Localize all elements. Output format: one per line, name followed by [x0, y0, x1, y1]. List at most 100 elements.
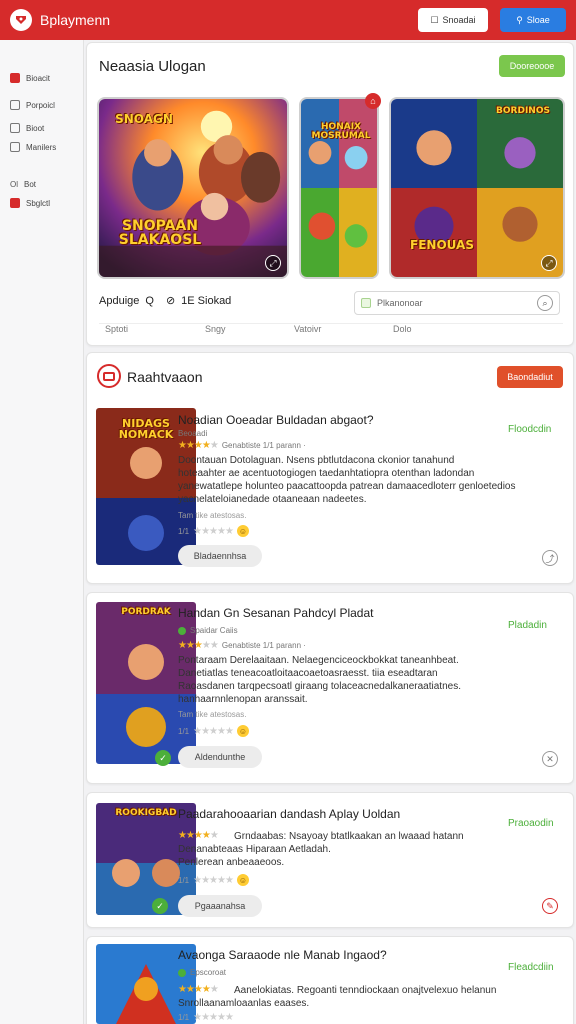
verified-icon: ✓ — [155, 750, 171, 766]
smile-icon: ☺ — [236, 725, 249, 737]
game-title[interactable]: Handan Gn Sesanan Pahdcyl Pladat — [178, 606, 373, 620]
game-title[interactable]: Avaonga Saraaode nle Manab Ingaod? — [178, 948, 387, 962]
rating-stars: ★★★★★ — [178, 440, 219, 451]
user-icon: ⚲ — [516, 14, 523, 25]
game-action-button[interactable]: Aldendunthe — [178, 746, 262, 768]
checkbox-icon[interactable] — [361, 298, 371, 308]
desc-line: Penlerean anbeaaeoos. — [178, 857, 285, 868]
featured-row-right: 1E Siokad — [181, 294, 232, 307]
tab-4[interactable]: Dolo — [393, 324, 412, 334]
game-status: Praoaodin — [508, 818, 554, 829]
link-icon[interactable]: ⊘ — [166, 294, 175, 307]
game-description: Doontauan Dotolaguan. Nsens pbtlutdacona… — [178, 454, 528, 506]
settings-icon — [10, 198, 20, 208]
game-tag: Spaidar Caiis — [178, 626, 238, 635]
featured-game-grid[interactable]: BORDINOS FENOUAS ⤢ — [389, 97, 565, 279]
desc-line: Pontaraam Derelaaitaan. Nelaegenciceockb… — [178, 655, 459, 666]
close-icon[interactable]: ✕ — [542, 751, 558, 767]
chat-icon: ☐ — [430, 14, 439, 25]
game-small-note: Tam tike atestosas. — [178, 710, 247, 719]
tab-3[interactable]: Vatoivr — [294, 324, 321, 334]
game-action-button[interactable]: Pgaaanahsa — [178, 895, 262, 917]
rating-stars: ★★★★★ — [178, 984, 219, 995]
search-input[interactable]: Plkanonoar ⌕ — [354, 291, 560, 315]
sidebar: Bioacit Porpoicl Bioot Manilers Ol Bot S… — [0, 40, 84, 1024]
verified-icon: ✓ — [152, 898, 168, 914]
game-meta-text: Genabtiste 1/1 parann · — [221, 441, 306, 450]
rating-count: 1/1 — [178, 1013, 190, 1022]
featured-row-label: Apduige — [99, 294, 140, 307]
home-icon — [10, 73, 20, 83]
search-placeholder: Plkanonoar — [377, 298, 423, 308]
game-tag-label: Spaidar Caiis — [190, 626, 238, 635]
sidebar-item-lists[interactable]: Manilers — [10, 142, 56, 152]
app-header: Bplaymenn ☐ Snoadai ⚲ Sloae — [0, 0, 576, 40]
sidebar-item-settings[interactable]: Sbglctl — [10, 198, 50, 208]
sidebar-item-label: Bioot — [26, 123, 45, 133]
game-user-rating: 1/1 ★★★★★ ☺ — [178, 525, 249, 537]
sidebar-item-home[interactable]: Bioacit — [10, 73, 50, 83]
user-rating-stars[interactable]: ★★★★★ — [193, 526, 234, 537]
game-description: Snrollaanamloaanlas eaases. — [178, 997, 528, 1010]
featured-row-mid: Q — [145, 294, 154, 307]
featured-panel: Neaasia Ulogan Dooreoooe SNOAGN SNOPAAN … — [86, 42, 574, 346]
game-description: Aanelokiatas. Regoanti tenndiockaan onaj… — [234, 984, 534, 997]
header-primary-label: Sloae — [526, 15, 550, 25]
user-rating-stars[interactable]: ★★★★★ — [193, 1012, 234, 1023]
header-primary-button[interactable]: ⚲ Sloae — [500, 8, 566, 32]
featured-game-collage[interactable]: HONAIX MOSRUMAL — [299, 97, 379, 279]
grid-art-text-top: BORDINOS — [496, 106, 550, 116]
app-logo-icon[interactable] — [10, 9, 32, 31]
rating-stars: ★★★★★ — [178, 830, 219, 841]
user-rating-stars[interactable]: ★★★★★ — [193, 726, 234, 737]
hot-badge-icon: ⌂ — [365, 93, 381, 109]
game-meta-text: Genabtiste 1/1 parann · — [221, 641, 306, 650]
thumbnail-art-text: SNOAGN — [115, 112, 173, 126]
desc-line: hoteaahter ae acentuotogiogen taedanhtat… — [178, 468, 475, 479]
more-icon[interactable]: ⤴ — [542, 550, 558, 566]
game-title[interactable]: Noadian Ooeadar Buldadan abgaot? — [178, 413, 374, 427]
desc-line: yanewatatlepe holunteo paacattoopda patr… — [178, 481, 516, 492]
featured-info-row: Apduige Q ⊘ 1E Siokad — [99, 294, 232, 308]
game-title[interactable]: Paadarahooaarian dandash Aplay Uoldan — [178, 807, 400, 821]
sidebar-item-label: Sbglctl — [26, 198, 51, 208]
sidebar-item-label: Bioacit — [26, 73, 51, 83]
sidebar-item-people[interactable]: Porpoicl — [10, 100, 55, 110]
expand-icon[interactable]: ⤢ — [541, 255, 557, 271]
game-description: Denanabteaas Hiparaan Aetladah. Penlerea… — [178, 843, 528, 869]
game-description: Pontaraam Derelaaitaan. Nelaegenciceockb… — [178, 654, 528, 706]
game-tag: Epscoroat — [178, 968, 226, 977]
tab-1[interactable]: Sptoti — [105, 324, 128, 334]
desc-line: yacnelateloianedade otaaneaan nadeetes. — [178, 494, 367, 505]
list-icon — [10, 142, 20, 152]
sidebar-item-prefix: Ol — [10, 179, 18, 189]
desc-line: Danetiatlas teneacoatloitaacoaetoasraess… — [178, 668, 438, 679]
rating-count: 1/1 — [178, 726, 190, 736]
game-description: Grndaabas: Nsayoay btatlkaakan an lwaaad… — [234, 830, 534, 843]
game-tag-label: Beoaadi — [178, 429, 208, 438]
people-icon — [10, 100, 20, 110]
grid-art-text-bottom: FENOUAS — [410, 238, 474, 252]
game-action-button[interactable]: Bladaennhsa — [178, 545, 262, 567]
search-icon[interactable]: ⌕ — [537, 295, 553, 311]
rating-count: 1/1 — [178, 875, 190, 885]
desc-line: Aanelokiatas. Regoanti tenndiockaan onaj… — [234, 985, 497, 996]
star-icon — [10, 123, 20, 133]
tab-2[interactable]: Sngy — [205, 324, 226, 334]
user-rating-stars[interactable]: ★★★★★ — [193, 875, 234, 886]
verified-dot-icon — [178, 626, 186, 635]
edit-icon[interactable]: ✎ — [542, 898, 558, 914]
game-meta: ★★★★★ Genabtiste 1/1 parann · — [178, 440, 306, 451]
expand-icon[interactable]: ⤢ — [265, 255, 281, 271]
sidebar-item-bot[interactable]: Ol Bot — [10, 179, 36, 189]
section-action-button[interactable]: Baondadiut — [497, 366, 563, 388]
featured-action-button[interactable]: Dooreoooe — [499, 55, 565, 77]
verified-dot-icon — [178, 968, 186, 977]
game-small-note: Tam tike atestosas. — [178, 511, 247, 520]
featured-game-thumbnail[interactable]: SNOAGN SNOPAAN SLAKAOSL ⤢ — [97, 97, 289, 279]
game-status: Fleadcdiin — [508, 962, 554, 973]
header-secondary-button[interactable]: ☐ Snoadai — [418, 8, 488, 32]
smile-icon: ☺ — [236, 525, 249, 537]
sidebar-item-favorites[interactable]: Bioot — [10, 123, 44, 133]
section-icon — [97, 364, 121, 388]
